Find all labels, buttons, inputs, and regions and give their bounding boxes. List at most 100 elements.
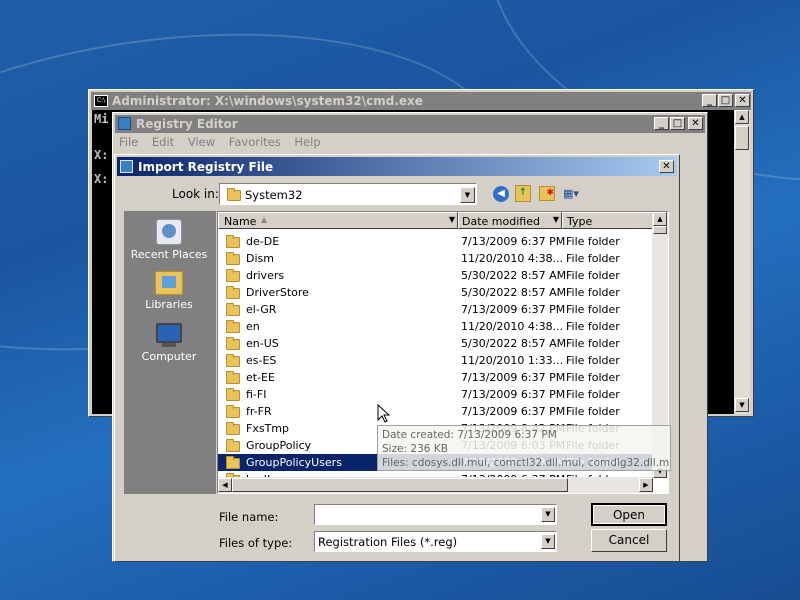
- file-date: 11/20/2010 4:38...: [461, 320, 564, 333]
- scroll-right-arrow[interactable]: ▶: [639, 478, 653, 492]
- file-type: File folder: [566, 286, 620, 299]
- look-in-value: System32: [245, 188, 303, 202]
- tooltip-line: Files: cdosys.dll.mui, comctl32.dll.mui,…: [382, 457, 671, 469]
- scroll-left-arrow[interactable]: ◀: [218, 478, 232, 492]
- regedit-menubar: File Edit View Favorites Help: [119, 135, 321, 151]
- file-row[interactable]: es-ES 11/20/2010 1:33... File folder: [218, 352, 653, 369]
- folder-icon: [226, 455, 240, 469]
- folder-icon: [226, 234, 240, 248]
- up-folder-icon[interactable]: ↑: [515, 185, 531, 202]
- file-name: Dism: [246, 252, 274, 265]
- dialog-title: Import Registry File: [138, 160, 274, 174]
- look-in-label: Look in:: [172, 187, 219, 201]
- look-in-dropdown[interactable]: System32 ▼: [219, 183, 477, 205]
- file-type: File folder: [566, 252, 620, 265]
- cmd-title: Administrator: X:\windows\system32\cmd.e…: [112, 94, 423, 108]
- cmd-close-button[interactable]: ✕: [735, 94, 750, 107]
- file-name: es-ES: [246, 354, 277, 367]
- place-libraries[interactable]: Libraries: [124, 271, 214, 311]
- place-label: Computer: [141, 350, 197, 363]
- menu-edit[interactable]: Edit: [152, 135, 174, 149]
- place-recent[interactable]: Recent Places: [124, 219, 214, 261]
- cmd-icon: C:\: [94, 95, 108, 107]
- cmd-minimize-button[interactable]: _: [702, 94, 717, 107]
- cancel-button[interactable]: Cancel: [591, 529, 667, 552]
- scroll-down-arrow[interactable]: ▼: [735, 398, 749, 412]
- scroll-thumb[interactable]: [653, 226, 667, 234]
- file-date: 11/20/2010 4:38...: [461, 252, 564, 265]
- menu-view[interactable]: View: [188, 135, 215, 149]
- new-folder-icon[interactable]: ✱: [539, 186, 555, 201]
- file-name: de-DE: [246, 235, 280, 248]
- file-type: File folder: [566, 388, 620, 401]
- place-label: Libraries: [145, 298, 193, 311]
- file-row[interactable]: en-US 5/30/2022 8:57 AM File folder: [218, 335, 653, 352]
- column-dropdown-icon[interactable]: ▼: [553, 215, 559, 224]
- cmd-maximize-button[interactable]: □: [718, 94, 733, 107]
- place-computer[interactable]: Computer: [124, 323, 214, 363]
- regedit-close-button[interactable]: ✕: [688, 117, 703, 130]
- file-row[interactable]: drivers 5/30/2022 8:57 AM File folder: [218, 267, 653, 284]
- file-row[interactable]: en 11/20/2010 4:38... File folder: [218, 318, 653, 335]
- menu-help[interactable]: Help: [294, 135, 320, 149]
- open-button[interactable]: Open: [591, 503, 667, 526]
- cmd-line: X:: [94, 172, 109, 186]
- file-row[interactable]: fr-FR 7/13/2009 6:37 PM File folder: [218, 403, 653, 420]
- view-menu-icon[interactable]: ▦▾: [563, 186, 585, 201]
- dialog-icon: [120, 160, 133, 173]
- regedit-icon: [118, 117, 131, 130]
- folder-icon: [226, 268, 240, 282]
- file-name: DriverStore: [246, 286, 309, 299]
- dialog-close-button[interactable]: ✕: [659, 160, 674, 173]
- horizontal-scrollbar[interactable]: ◀ ▶: [218, 477, 653, 493]
- regedit-titlebar[interactable]: Registry Editor _ □ ✕: [115, 115, 705, 133]
- folder-icon: [227, 188, 241, 201]
- file-name: en: [246, 320, 260, 333]
- file-row[interactable]: DriverStore 5/30/2022 8:57 AM File folder: [218, 284, 653, 301]
- file-row[interactable]: Dism 11/20/2010 4:38... File folder: [218, 250, 653, 267]
- file-type-dropdown[interactable]: Registration Files (*.reg) ▼: [314, 531, 557, 552]
- regedit-title: Registry Editor: [136, 117, 238, 131]
- column-type-header[interactable]: Type: [562, 212, 653, 229]
- file-row[interactable]: et-EE 7/13/2009 6:37 PM File folder: [218, 369, 653, 386]
- file-row[interactable]: fi-FI 7/13/2009 6:37 PM File folder: [218, 386, 653, 403]
- menu-file[interactable]: File: [119, 135, 138, 149]
- folder-icon: [226, 319, 240, 333]
- file-name: drivers: [246, 269, 285, 282]
- scroll-thumb[interactable]: [735, 126, 749, 150]
- column-dropdown-icon[interactable]: ▼: [449, 215, 455, 224]
- folder-icon: [226, 404, 240, 418]
- cmd-scrollbar[interactable]: ▲ ▼: [734, 110, 750, 414]
- folder-tooltip: Date created: 7/13/2009 6:37 PM Size: 23…: [377, 425, 671, 471]
- file-type: File folder: [566, 405, 620, 418]
- scroll-thumb[interactable]: [232, 478, 568, 492]
- back-icon[interactable]: ◀: [493, 186, 509, 202]
- dropdown-arrow[interactable]: ▼: [541, 534, 555, 549]
- scroll-up-arrow[interactable]: ▲: [653, 212, 667, 226]
- column-name-header[interactable]: Name ▲ ▼: [218, 212, 458, 229]
- file-row[interactable]: de-DE 7/13/2009 6:37 PM File folder: [218, 233, 653, 250]
- column-date-header[interactable]: Date modified ▼: [458, 212, 562, 229]
- file-name-input[interactable]: ▼: [314, 504, 557, 525]
- regedit-maximize-button[interactable]: □: [670, 117, 685, 130]
- places-bar: Recent Places Libraries Computer: [124, 211, 216, 494]
- file-name: GroupPolicy: [246, 439, 312, 452]
- folder-icon: [226, 438, 240, 452]
- menu-favorites[interactable]: Favorites: [229, 135, 281, 149]
- computer-icon: [156, 323, 182, 343]
- folder-icon: [226, 370, 240, 384]
- cmd-titlebar[interactable]: C:\ Administrator: X:\windows\system32\c…: [91, 92, 751, 110]
- file-date: 7/13/2009 6:37 PM: [461, 388, 566, 401]
- file-name: GroupPolicyUsers: [246, 456, 342, 469]
- file-name: el-GR: [246, 303, 277, 316]
- file-type: File folder: [566, 371, 620, 384]
- regedit-minimize-button[interactable]: _: [654, 117, 669, 130]
- dropdown-arrow[interactable]: ▼: [460, 187, 475, 203]
- file-row[interactable]: el-GR 7/13/2009 6:37 PM File folder: [218, 301, 653, 318]
- file-date: 11/20/2010 1:33...: [461, 354, 564, 367]
- scroll-up-arrow[interactable]: ▲: [735, 110, 749, 124]
- dropdown-arrow[interactable]: ▼: [541, 507, 555, 522]
- dialog-titlebar[interactable]: Import Registry File ✕: [117, 157, 677, 176]
- libraries-icon: [155, 271, 183, 295]
- sort-asc-icon: ▲: [261, 215, 268, 224]
